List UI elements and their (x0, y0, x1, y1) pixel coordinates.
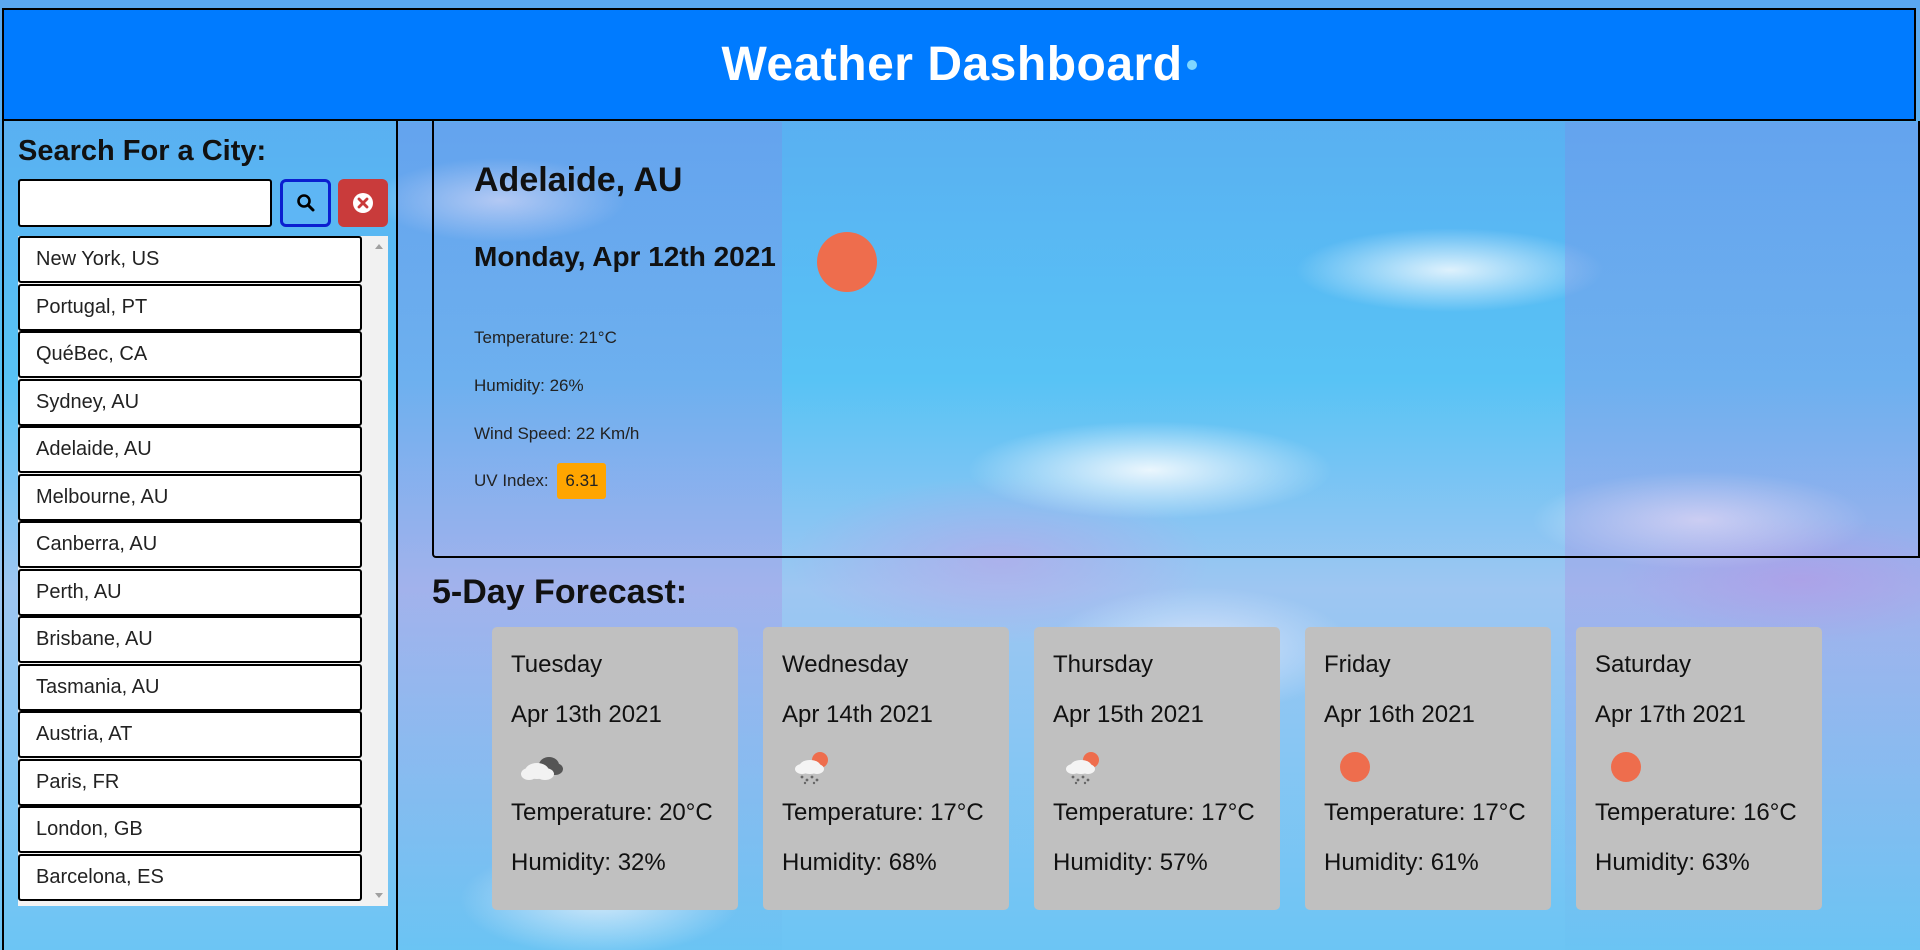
city-history-item[interactable]: Melbourne, AU (18, 473, 362, 521)
city-history-item[interactable]: New York, US (18, 236, 362, 283)
page-title: Weather Dashboard (721, 38, 1183, 91)
times-circle-icon (353, 193, 373, 213)
forecast-day: Thursday (1053, 651, 1154, 678)
current-uv: UV Index: 6.31 (474, 463, 607, 499)
current-wind-speed: Wind Speed: 22 Km/h (474, 424, 640, 443)
forecast-date: Apr 13th 2021 (511, 701, 662, 728)
uv-badge: 6.31 (557, 463, 607, 499)
forecast-date: Apr 16th 2021 (1324, 701, 1475, 728)
forecast-day: Wednesday (782, 651, 909, 678)
city-history-item[interactable]: Portugal, PT (18, 283, 362, 331)
forecast-day: Saturday (1595, 651, 1692, 678)
snow-cloud-icon (1061, 747, 1107, 787)
current-temperature: Temperature: 21°C (474, 328, 617, 347)
forecast-card: Tuesday Apr 13th 2021 Temperature: 20°C Hum… (492, 627, 738, 910)
city-history-item[interactable]: Adelaide, AU (18, 426, 362, 473)
city-history-list: New York, US Portugal, PT QuéBec, CA Sydney… (18, 236, 388, 906)
current-city: Adelaide, AU (474, 161, 683, 199)
search-icon (296, 194, 314, 212)
forecast-card: Friday Apr 16th 2021 Temperature: 17°C Humi… (1305, 627, 1551, 910)
forecast-date: Apr 17th 2021 (1595, 701, 1746, 728)
current-humidity: Humidity: 26% (474, 376, 584, 395)
forecast-card: Thursday Apr 15th 2021 Temperature: 17°C Hu… (1034, 627, 1280, 910)
snow-cloud-icon (790, 747, 836, 787)
clear-button[interactable] (338, 179, 388, 227)
scroll-down-arrow-icon[interactable] (375, 893, 383, 898)
forecast-temperature: Temperature: 17°C (1324, 799, 1526, 826)
forecast-humidity: Humidity: 68% (782, 849, 937, 876)
city-history-item[interactable]: Canberra, AU (18, 521, 362, 568)
forecast-humidity: Humidity: 63% (1595, 849, 1750, 876)
cloud-icon (519, 747, 565, 787)
header-dot-icon (1186, 59, 1197, 70)
forecast-temperature: Temperature: 16°C (1595, 799, 1797, 826)
forecast-humidity: Humidity: 57% (1053, 849, 1208, 876)
city-history-item[interactable]: London, GB (18, 806, 362, 853)
city-history-item[interactable]: QuéBec, CA (18, 331, 362, 378)
current-date: Monday, Apr 12th 2021 (474, 241, 776, 272)
forecast-humidity: Humidity: 61% (1324, 849, 1479, 876)
city-history-item[interactable]: Tasmania, AU (18, 663, 362, 711)
forecast-humidity: Humidity: 32% (511, 849, 666, 876)
city-history-item[interactable]: Barcelona, ES (18, 853, 362, 901)
city-history-item[interactable]: Perth, AU (18, 568, 362, 616)
sidebar: Search For a City: New York, US Portugal,… (2, 121, 398, 950)
city-history-item[interactable]: Paris, FR (18, 758, 362, 806)
scroll-up-arrow-icon[interactable] (375, 244, 383, 249)
forecast-day: Tuesday (511, 651, 603, 678)
city-history-item[interactable]: Brisbane, AU (18, 616, 362, 663)
sun-icon (817, 232, 877, 292)
scrollbar[interactable] (370, 236, 388, 906)
search-label: Search For a City: (18, 135, 267, 167)
search-button[interactable] (280, 179, 331, 227)
forecast-date: Apr 14th 2021 (782, 701, 933, 728)
current-weather-card: Adelaide, AU Monday, Apr 12th 2021 Tempe… (432, 121, 1920, 558)
search-input[interactable] (18, 179, 272, 227)
city-history-item[interactable]: Austria, AT (18, 711, 362, 758)
forecast-card: Wednesday Apr 14th 2021 Temperature: 17°C H… (763, 627, 1009, 910)
sun-icon (1603, 747, 1649, 787)
forecast-temperature: Temperature: 20°C (511, 799, 713, 826)
forecast-day: Friday (1324, 651, 1391, 678)
forecast-date: Apr 15th 2021 (1053, 701, 1204, 728)
header: Weather Dashboard (2, 8, 1916, 121)
forecast-title: 5-Day Forecast: (432, 573, 688, 611)
sun-icon (1332, 747, 1378, 787)
uv-label: UV Index: (474, 471, 549, 490)
forecast-temperature: Temperature: 17°C (1053, 799, 1255, 826)
city-history-item[interactable]: Sydney, AU (18, 378, 362, 426)
forecast-temperature: Temperature: 17°C (782, 799, 984, 826)
forecast-card: Saturday Apr 17th 2021 Temperature: 16°C Hu… (1576, 627, 1822, 910)
